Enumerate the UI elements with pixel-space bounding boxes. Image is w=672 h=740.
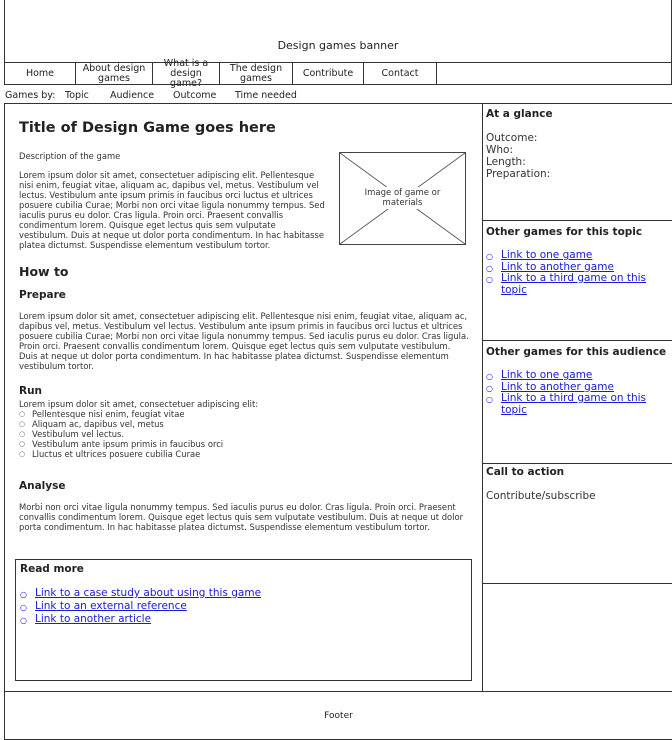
list-item: Vestibulum ante ipsum primis in faucibus…	[19, 439, 223, 449]
read-more-box: Read more Link to a case study about usi…	[15, 559, 472, 681]
topic-games-section: Other games for this topic Link to one g…	[483, 221, 672, 341]
page-title: Title of Design Game goes here	[19, 120, 276, 136]
list-item: Aliquam ac, dapibus vel, metus	[19, 419, 223, 429]
run-list: Pellentesque nisi enim, feugiat vitae Al…	[19, 409, 223, 459]
topic-link-one-game[interactable]: Link to one game	[501, 249, 592, 261]
main-nav: Home About design games What is a design…	[4, 58, 672, 88]
footer-text: Footer	[324, 711, 353, 721]
nav-the-design-games[interactable]: The design games	[220, 63, 293, 84]
list-item: Pellentesque nisi enim, feugiat vitae	[19, 409, 223, 419]
filter-topic[interactable]: Topic	[65, 90, 89, 101]
link-external-reference[interactable]: Link to an external reference	[35, 600, 187, 612]
games-by-label: Games by:	[5, 90, 56, 101]
nav-contact[interactable]: Contact	[364, 63, 437, 84]
call-to-action-heading: Call to action	[486, 466, 565, 478]
filter-time-needed[interactable]: Time needed	[235, 90, 297, 101]
description-label: Description of the game	[19, 151, 121, 161]
filter-outcome[interactable]: Outcome	[173, 90, 216, 101]
call-to-action-text[interactable]: Contribute/subscribe	[486, 490, 596, 502]
sidebar: At a glance Outcome: Who: Length: Prepar…	[483, 104, 672, 691]
audience-games-links: Link to one game Link to another game Li…	[486, 369, 666, 416]
banner: Design games banner	[4, 0, 672, 63]
how-to-heading: How to	[19, 264, 69, 279]
run-heading: Run	[19, 385, 43, 397]
audience-link-another-game[interactable]: Link to another game	[501, 381, 614, 393]
audience-link-third-game[interactable]: Link to a third game on this topic	[501, 392, 646, 416]
analyse-heading: Analyse	[19, 480, 66, 492]
field-length: Length:	[486, 156, 526, 168]
nav-home[interactable]: Home	[5, 63, 76, 84]
footer: Footer	[4, 691, 672, 740]
field-who: Who:	[486, 144, 513, 156]
read-more-heading: Read more	[20, 563, 84, 575]
filter-audience[interactable]: Audience	[110, 90, 154, 101]
prepare-heading: Prepare	[19, 289, 66, 301]
topic-games-links: Link to one game Link to another game Li…	[486, 249, 666, 296]
call-to-action-section: Call to action Contribute/subscribe	[483, 464, 672, 584]
audience-link-one-game[interactable]: Link to one game	[501, 369, 592, 381]
at-a-glance-section: At a glance Outcome: Who: Length: Prepar…	[483, 104, 672, 221]
nav-what-is-a-design-game[interactable]: What is a design game?	[153, 58, 220, 88]
nav-about-design-games[interactable]: About design games	[76, 63, 153, 84]
nav-contribute[interactable]: Contribute	[293, 63, 364, 84]
topic-link-another-game[interactable]: Link to another game	[501, 261, 614, 273]
run-intro: Lorem ipsum dolor sit amet, consectetuer…	[19, 399, 259, 409]
games-by-bar: Games by: Topic Audience Outcome Time ne…	[4, 85, 672, 104]
field-outcome: Outcome:	[486, 132, 538, 144]
analyse-text: Morbi non orci vitae ligula nonummy temp…	[19, 502, 464, 532]
audience-games-heading: Other games for this audience	[486, 346, 667, 358]
link-another-article[interactable]: Link to another article	[35, 613, 151, 625]
list-item: Vestibulum vel lectus.	[19, 429, 223, 439]
field-preparation: Preparation:	[486, 168, 551, 180]
link-case-study[interactable]: Link to a case study about using this ga…	[35, 587, 261, 599]
image-caption: Image of game or materials	[354, 187, 451, 209]
list-item: Lluctus et ultrices posuere cubilia Cura…	[19, 449, 223, 459]
topic-games-heading: Other games for this topic	[486, 226, 643, 238]
banner-text: Design games banner	[277, 39, 399, 52]
topic-link-third-game[interactable]: Link to a third game on this topic	[501, 272, 646, 296]
prepare-text: Lorem ipsum dolor sit amet, consectetuer…	[19, 311, 469, 371]
intro-text: Lorem ipsum dolor sit amet, consectetuer…	[19, 170, 325, 250]
at-a-glance-fields: Outcome: Who: Length: Preparation:	[486, 132, 550, 180]
main-content: Title of Design Game goes here Descripti…	[4, 104, 483, 691]
at-a-glance-heading: At a glance	[486, 108, 553, 120]
read-more-links: Link to a case study about using this ga…	[20, 587, 261, 627]
game-image-placeholder: Image of game or materials	[339, 152, 466, 245]
audience-games-section: Other games for this audience Link to on…	[483, 341, 672, 464]
